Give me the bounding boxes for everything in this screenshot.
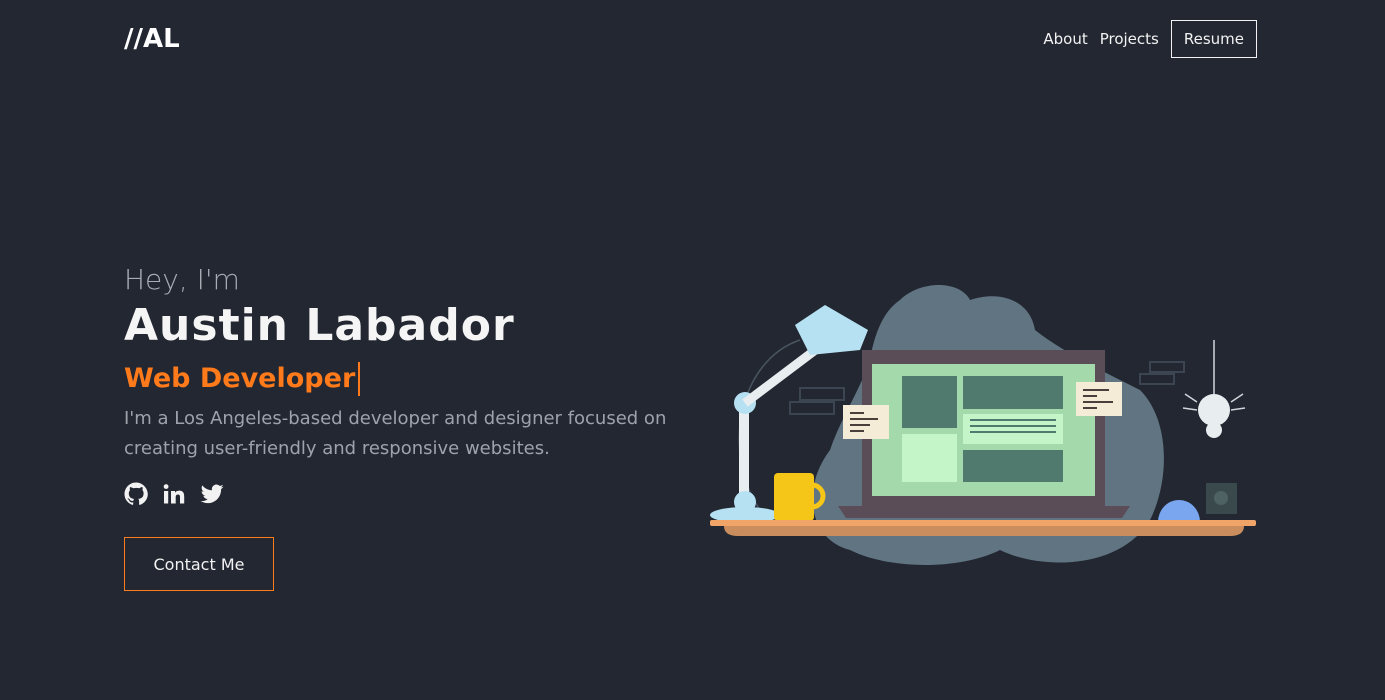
sticky-note-left bbox=[843, 405, 889, 439]
hero-section: Hey, I'm Austin Labador Web Developer I'… bbox=[124, 262, 684, 506]
typing-cursor bbox=[358, 362, 361, 396]
desk-edge bbox=[724, 526, 1244, 536]
screen-block bbox=[963, 414, 1063, 444]
screen-block bbox=[963, 376, 1063, 409]
contact-me-button[interactable]: Contact Me bbox=[124, 537, 274, 591]
lamp-pole bbox=[739, 410, 749, 500]
nav-link-projects[interactable]: Projects bbox=[1100, 30, 1159, 48]
hero-role: Web Developer bbox=[124, 363, 356, 394]
lamp-head-icon bbox=[795, 305, 868, 355]
resume-button[interactable]: Resume bbox=[1170, 20, 1257, 58]
github-link[interactable] bbox=[124, 482, 148, 506]
hero-bio: I'm a Los Angeles-based developer and de… bbox=[124, 408, 667, 459]
coffee-mug-icon bbox=[774, 473, 814, 521]
twitter-link[interactable] bbox=[200, 482, 224, 506]
nav-link-about[interactable]: About bbox=[1043, 30, 1087, 48]
screen-block bbox=[902, 434, 957, 482]
desk-illustration bbox=[710, 285, 1256, 565]
wall-bricks-right bbox=[1139, 361, 1185, 385]
wall-bricks-left bbox=[789, 387, 845, 415]
linkedin-icon bbox=[163, 484, 185, 504]
lamp-joint bbox=[734, 491, 756, 513]
hero-greeting: Hey, I'm bbox=[124, 263, 240, 296]
sticky-note-right bbox=[1076, 382, 1122, 416]
screen-block bbox=[963, 450, 1063, 482]
twitter-icon bbox=[200, 484, 224, 504]
spider-icon bbox=[1198, 394, 1230, 426]
hero-name: Austin Labador bbox=[124, 300, 515, 351]
hero-role-line: Web Developer bbox=[124, 360, 684, 398]
screen-block bbox=[902, 376, 957, 428]
github-icon bbox=[124, 482, 148, 505]
site-logo[interactable]: //AL bbox=[124, 24, 180, 54]
social-links bbox=[124, 482, 684, 506]
linkedin-link[interactable] bbox=[162, 482, 186, 506]
blue-dome-icon bbox=[1158, 500, 1200, 522]
laptop-base bbox=[838, 506, 1130, 518]
desk-surface bbox=[710, 520, 1256, 526]
top-nav: About Projects Resume bbox=[1031, 20, 1257, 58]
